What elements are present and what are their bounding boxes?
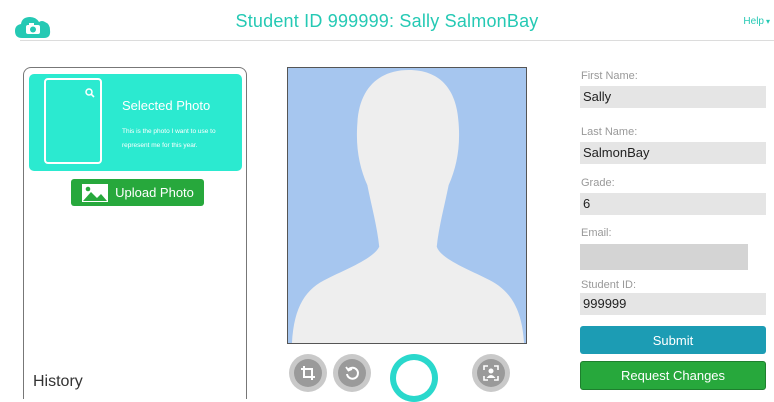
selected-photo-title: Selected Photo xyxy=(122,98,211,113)
header-divider xyxy=(20,40,774,41)
grade-label: Grade: xyxy=(581,177,615,189)
portrait-button[interactable] xyxy=(472,354,510,392)
first-name-label: First Name: xyxy=(581,70,638,82)
zoom-icon[interactable] xyxy=(85,85,95,98)
capture-button[interactable] xyxy=(390,354,438,402)
photo-preview[interactable] xyxy=(287,67,527,344)
image-icon xyxy=(82,183,109,202)
help-menu[interactable]: Help ▾ xyxy=(743,16,770,27)
request-changes-button[interactable]: Request Changes xyxy=(580,361,766,390)
email-field[interactable] xyxy=(580,244,748,270)
grade-field[interactable]: 6 xyxy=(580,193,766,215)
history-label: History xyxy=(33,373,83,390)
silhouette-placeholder-icon xyxy=(288,68,526,343)
crop-button[interactable] xyxy=(289,354,327,392)
last-name-label: Last Name: xyxy=(581,126,638,138)
rotate-icon xyxy=(345,366,359,380)
upload-photo-label: Upload Photo xyxy=(115,185,194,200)
first-name-field[interactable]: Sally xyxy=(580,86,766,108)
upload-photo-button[interactable]: Upload Photo xyxy=(71,179,204,206)
crop-icon xyxy=(301,366,315,380)
email-label: Email: xyxy=(581,227,612,239)
portrait-icon xyxy=(483,365,499,381)
submit-label: Submit xyxy=(652,332,694,348)
last-name-field[interactable]: SalmonBay xyxy=(580,142,766,164)
page-title: Student ID 999999: Sally SalmonBay xyxy=(235,11,539,31)
submit-button[interactable]: Submit xyxy=(580,326,766,354)
capture-icon xyxy=(396,360,432,396)
rotate-button[interactable] xyxy=(333,354,371,392)
chevron-down-icon: ▾ xyxy=(765,17,770,26)
selected-photo-description: This is the photo I want to use to repre… xyxy=(122,128,216,149)
help-label: Help xyxy=(743,16,764,27)
request-changes-label: Request Changes xyxy=(620,368,726,383)
student-id-field[interactable]: 999999 xyxy=(580,293,766,315)
student-id-label: Student ID: xyxy=(581,279,637,291)
